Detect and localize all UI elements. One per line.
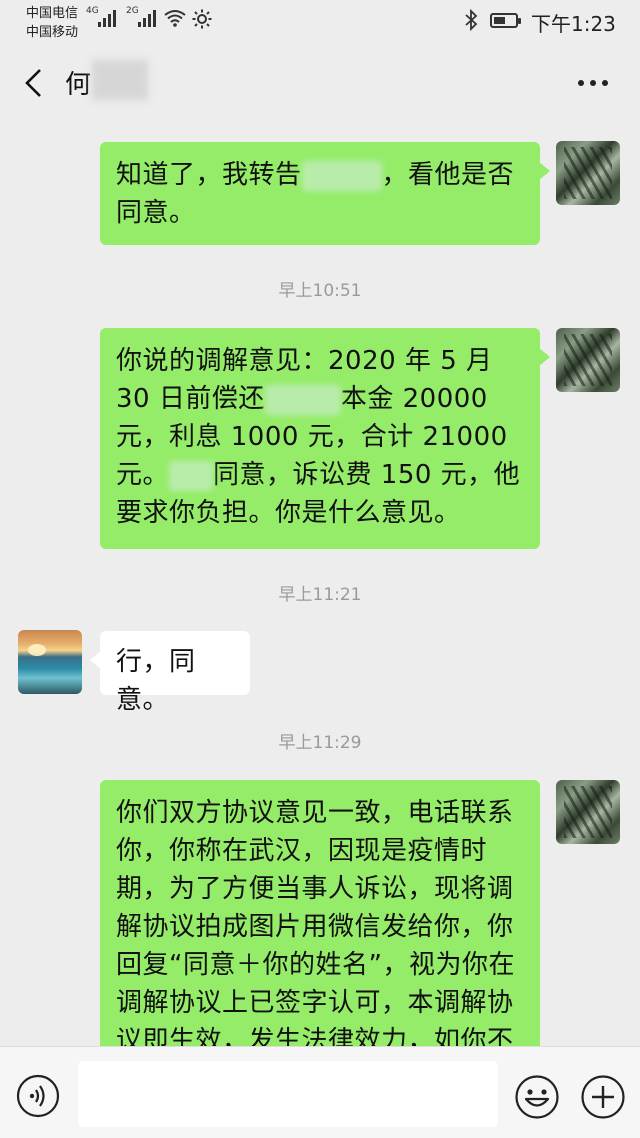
contact-avatar[interactable] [18, 630, 82, 694]
network-2-label: 2G [126, 6, 139, 16]
more-button[interactable] [578, 80, 608, 86]
input-bar [0, 1046, 640, 1138]
my-avatar[interactable] [556, 328, 620, 392]
wifi-icon [164, 10, 186, 27]
emoji-icon[interactable] [514, 1074, 560, 1120]
redaction [264, 384, 341, 415]
message-text: 知道了，我转告 [116, 160, 302, 190]
more-dots-icon [578, 80, 584, 86]
redaction [169, 460, 214, 491]
battery-fill [494, 17, 505, 24]
brightness-icon [192, 9, 212, 29]
voice-icon[interactable] [16, 1074, 60, 1118]
timestamp: 早上11:29 [278, 733, 362, 753]
status-time: 下午1:23 [531, 12, 616, 36]
status-bar: 中国电信 中国移动 4G 2G 下午1:23 [0, 0, 640, 46]
message-list[interactable]: 知道了，我转告 ，看他是否同意。 早上10:51 你说的调解意见：2020 年 5… [0, 118, 640, 1046]
network-1-label: 4G [86, 6, 99, 16]
message-bubble-received[interactable]: 行，同意。 [90, 631, 250, 715]
carrier-info: 中国电信 中国移动 [26, 4, 78, 42]
message-bubble-sent[interactable]: 知道了，我转告 ，看他是否同意。 [100, 142, 550, 245]
name-redaction [92, 60, 148, 100]
contact-name: 何 [65, 70, 92, 100]
my-avatar[interactable] [556, 780, 620, 844]
message-text: 你们双方协议意见一致，电话联系你，你称在武汉，因现是疫情时期，为了方便当事人诉讼… [116, 798, 515, 1046]
back-button[interactable] [22, 68, 44, 98]
signal-2-icon: 2G [126, 6, 156, 27]
message-bubble-sent[interactable]: 你们双方协议意见一致，电话联系你，你称在武汉，因现是疫情时期，为了方便当事人诉讼… [100, 780, 540, 1046]
message-bubble-sent[interactable]: 你说的调解意见：2020 年 5 月 30 日前偿还 本金 20000 元，利息 … [100, 328, 550, 549]
battery-icon [490, 13, 521, 28]
my-avatar[interactable] [556, 141, 620, 205]
message-input[interactable] [78, 1061, 498, 1127]
plus-icon[interactable] [580, 1074, 626, 1120]
carrier-2: 中国移动 [26, 25, 79, 40]
redaction [301, 160, 382, 191]
chat-header: 何 [0, 46, 640, 118]
timestamp: 早上11:21 [278, 585, 362, 605]
bluetooth-icon [465, 9, 478, 31]
message-text: 行，同意。 [116, 647, 196, 715]
signal-1-icon: 4G [86, 6, 116, 27]
carrier-1: 中国电信 [26, 6, 79, 21]
timestamp: 早上10:51 [278, 281, 362, 301]
